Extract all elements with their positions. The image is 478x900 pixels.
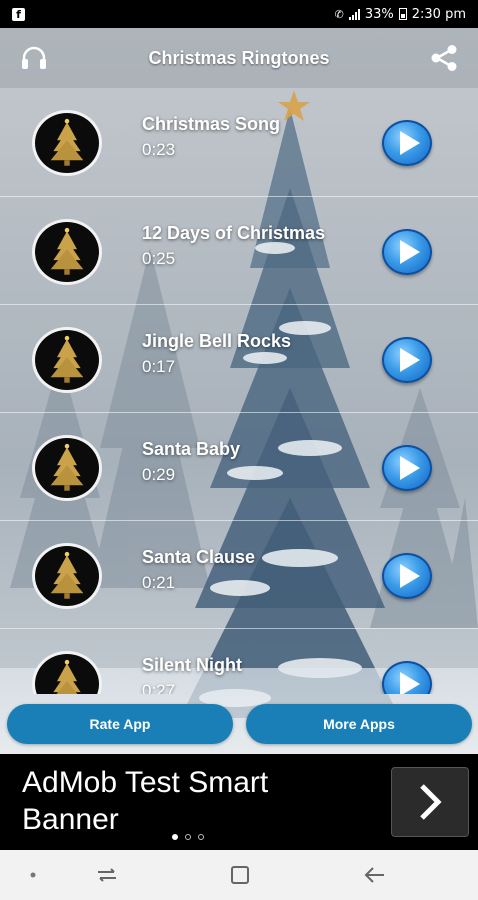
track-title: 12 Days of Christmas [142,223,326,243]
play-button[interactable] [382,661,432,694]
more-apps-button[interactable]: More Apps [246,704,472,744]
play-icon [399,456,420,480]
ad-arrow-button[interactable] [391,767,469,837]
action-button-bar: Rate App More Apps [0,694,478,754]
track-duration: 0:17 [142,357,176,376]
christmas-tree-thumbnail-icon [32,651,102,694]
track-title: Santa Clause [142,547,256,567]
page-title: Christmas Ringtones [148,47,330,68]
facebook-notification-icon: f [12,7,25,21]
track-title: Christmas Song [142,114,281,134]
play-button[interactable] [382,120,432,166]
play-icon [399,672,420,694]
play-button[interactable] [382,553,432,599]
christmas-tree-thumbnail-icon [32,435,102,501]
track-title: Jingle Bell Rocks [142,331,292,351]
signal-icon [348,8,360,20]
play-button[interactable] [382,337,432,383]
play-icon [399,131,420,155]
app-screen: Christmas Ringtones Christmas Song 0:23 [0,28,478,754]
play-icon [399,348,420,372]
list-item[interactable]: Santa Clause 0:21 [0,520,478,628]
app-header: Christmas Ringtones [0,28,478,88]
nav-dot-icon [18,860,48,890]
rate-app-button[interactable]: Rate App [7,704,233,744]
share-icon[interactable] [428,42,460,74]
home-icon[interactable] [225,860,255,890]
recent-apps-icon[interactable] [92,860,122,890]
clock: 2:30 pm [411,6,466,22]
page-dot-active [172,834,178,840]
ad-page-indicator [172,834,204,840]
track-title: Santa Baby [142,439,241,459]
play-button[interactable] [382,229,432,275]
track-duration: 0:25 [142,249,176,268]
ringtone-list[interactable]: Christmas Song 0:23 12 Days of Christmas… [0,88,478,694]
play-icon [399,564,420,588]
battery-percent: 33% [364,6,394,22]
christmas-tree-thumbnail-icon [32,327,102,393]
wifi-calling-icon: ✆ [334,7,344,21]
page-dot [185,834,191,840]
status-bar: f ✆ 33% 2:30 pm [0,0,478,28]
ad-text[interactable]: AdMob Test Smart Banner [22,764,362,838]
list-item[interactable]: Santa Baby 0:29 [0,412,478,520]
headphones-icon[interactable] [18,42,50,74]
track-duration: 0:27 [142,681,176,694]
christmas-tree-thumbnail-icon [32,110,102,176]
track-title: Silent Night [142,655,242,675]
track-duration: 0:23 [142,140,176,159]
back-icon[interactable] [360,860,390,890]
play-button[interactable] [382,445,432,491]
play-icon [399,240,420,264]
christmas-tree-thumbnail-icon [32,219,102,285]
list-item[interactable]: Christmas Song 0:23 [0,88,478,196]
list-item[interactable]: 12 Days of Christmas 0:25 [0,196,478,304]
list-item[interactable]: Jingle Bell Rocks 0:17 [0,304,478,412]
christmas-tree-thumbnail-icon [32,543,102,609]
page-dot [198,834,204,840]
ad-banner[interactable]: AdMob Test Smart Banner [0,754,478,850]
battery-icon [398,8,407,20]
list-item[interactable]: Silent Night 0:27 [0,628,478,694]
track-duration: 0:29 [142,465,176,484]
chevron-right-icon [420,784,442,820]
system-navigation-bar [0,850,478,900]
track-duration: 0:21 [142,573,176,592]
